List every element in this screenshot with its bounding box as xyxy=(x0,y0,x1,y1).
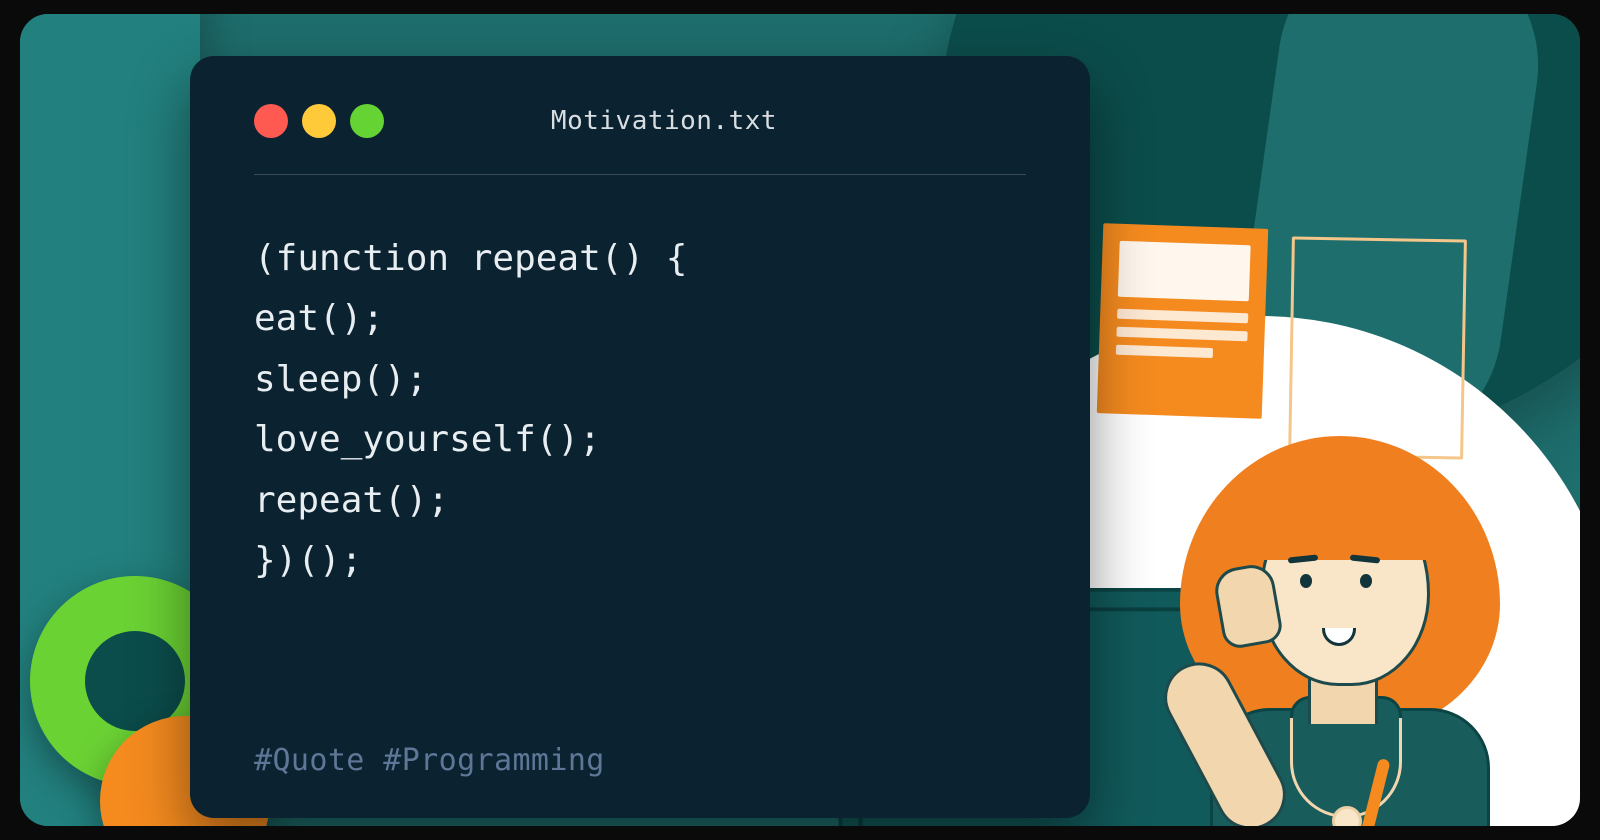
code-line: repeat(); xyxy=(254,480,449,521)
minimize-icon[interactable] xyxy=(302,104,336,138)
code-line: eat(); xyxy=(254,298,384,339)
close-icon[interactable] xyxy=(254,104,288,138)
window-controls xyxy=(254,104,384,138)
quote-card: Motivation.txt (function repeat() { eat(… xyxy=(20,14,1580,826)
code-block: (function repeat() { eat(); sleep(); lov… xyxy=(254,229,1026,592)
person-illustration xyxy=(1140,396,1540,826)
code-line: (function repeat() { xyxy=(254,238,687,279)
editor-titlebar: Motivation.txt xyxy=(254,104,1026,175)
editor-window: Motivation.txt (function repeat() { eat(… xyxy=(190,56,1090,818)
zoom-icon[interactable] xyxy=(350,104,384,138)
code-line: })(); xyxy=(254,540,362,581)
document-icon xyxy=(1097,223,1269,419)
hashtags: #Quote #Programming xyxy=(254,743,1026,778)
code-line: sleep(); xyxy=(254,359,427,400)
code-line: love_yourself(); xyxy=(254,419,601,460)
editor-filename: Motivation.txt xyxy=(384,106,944,136)
